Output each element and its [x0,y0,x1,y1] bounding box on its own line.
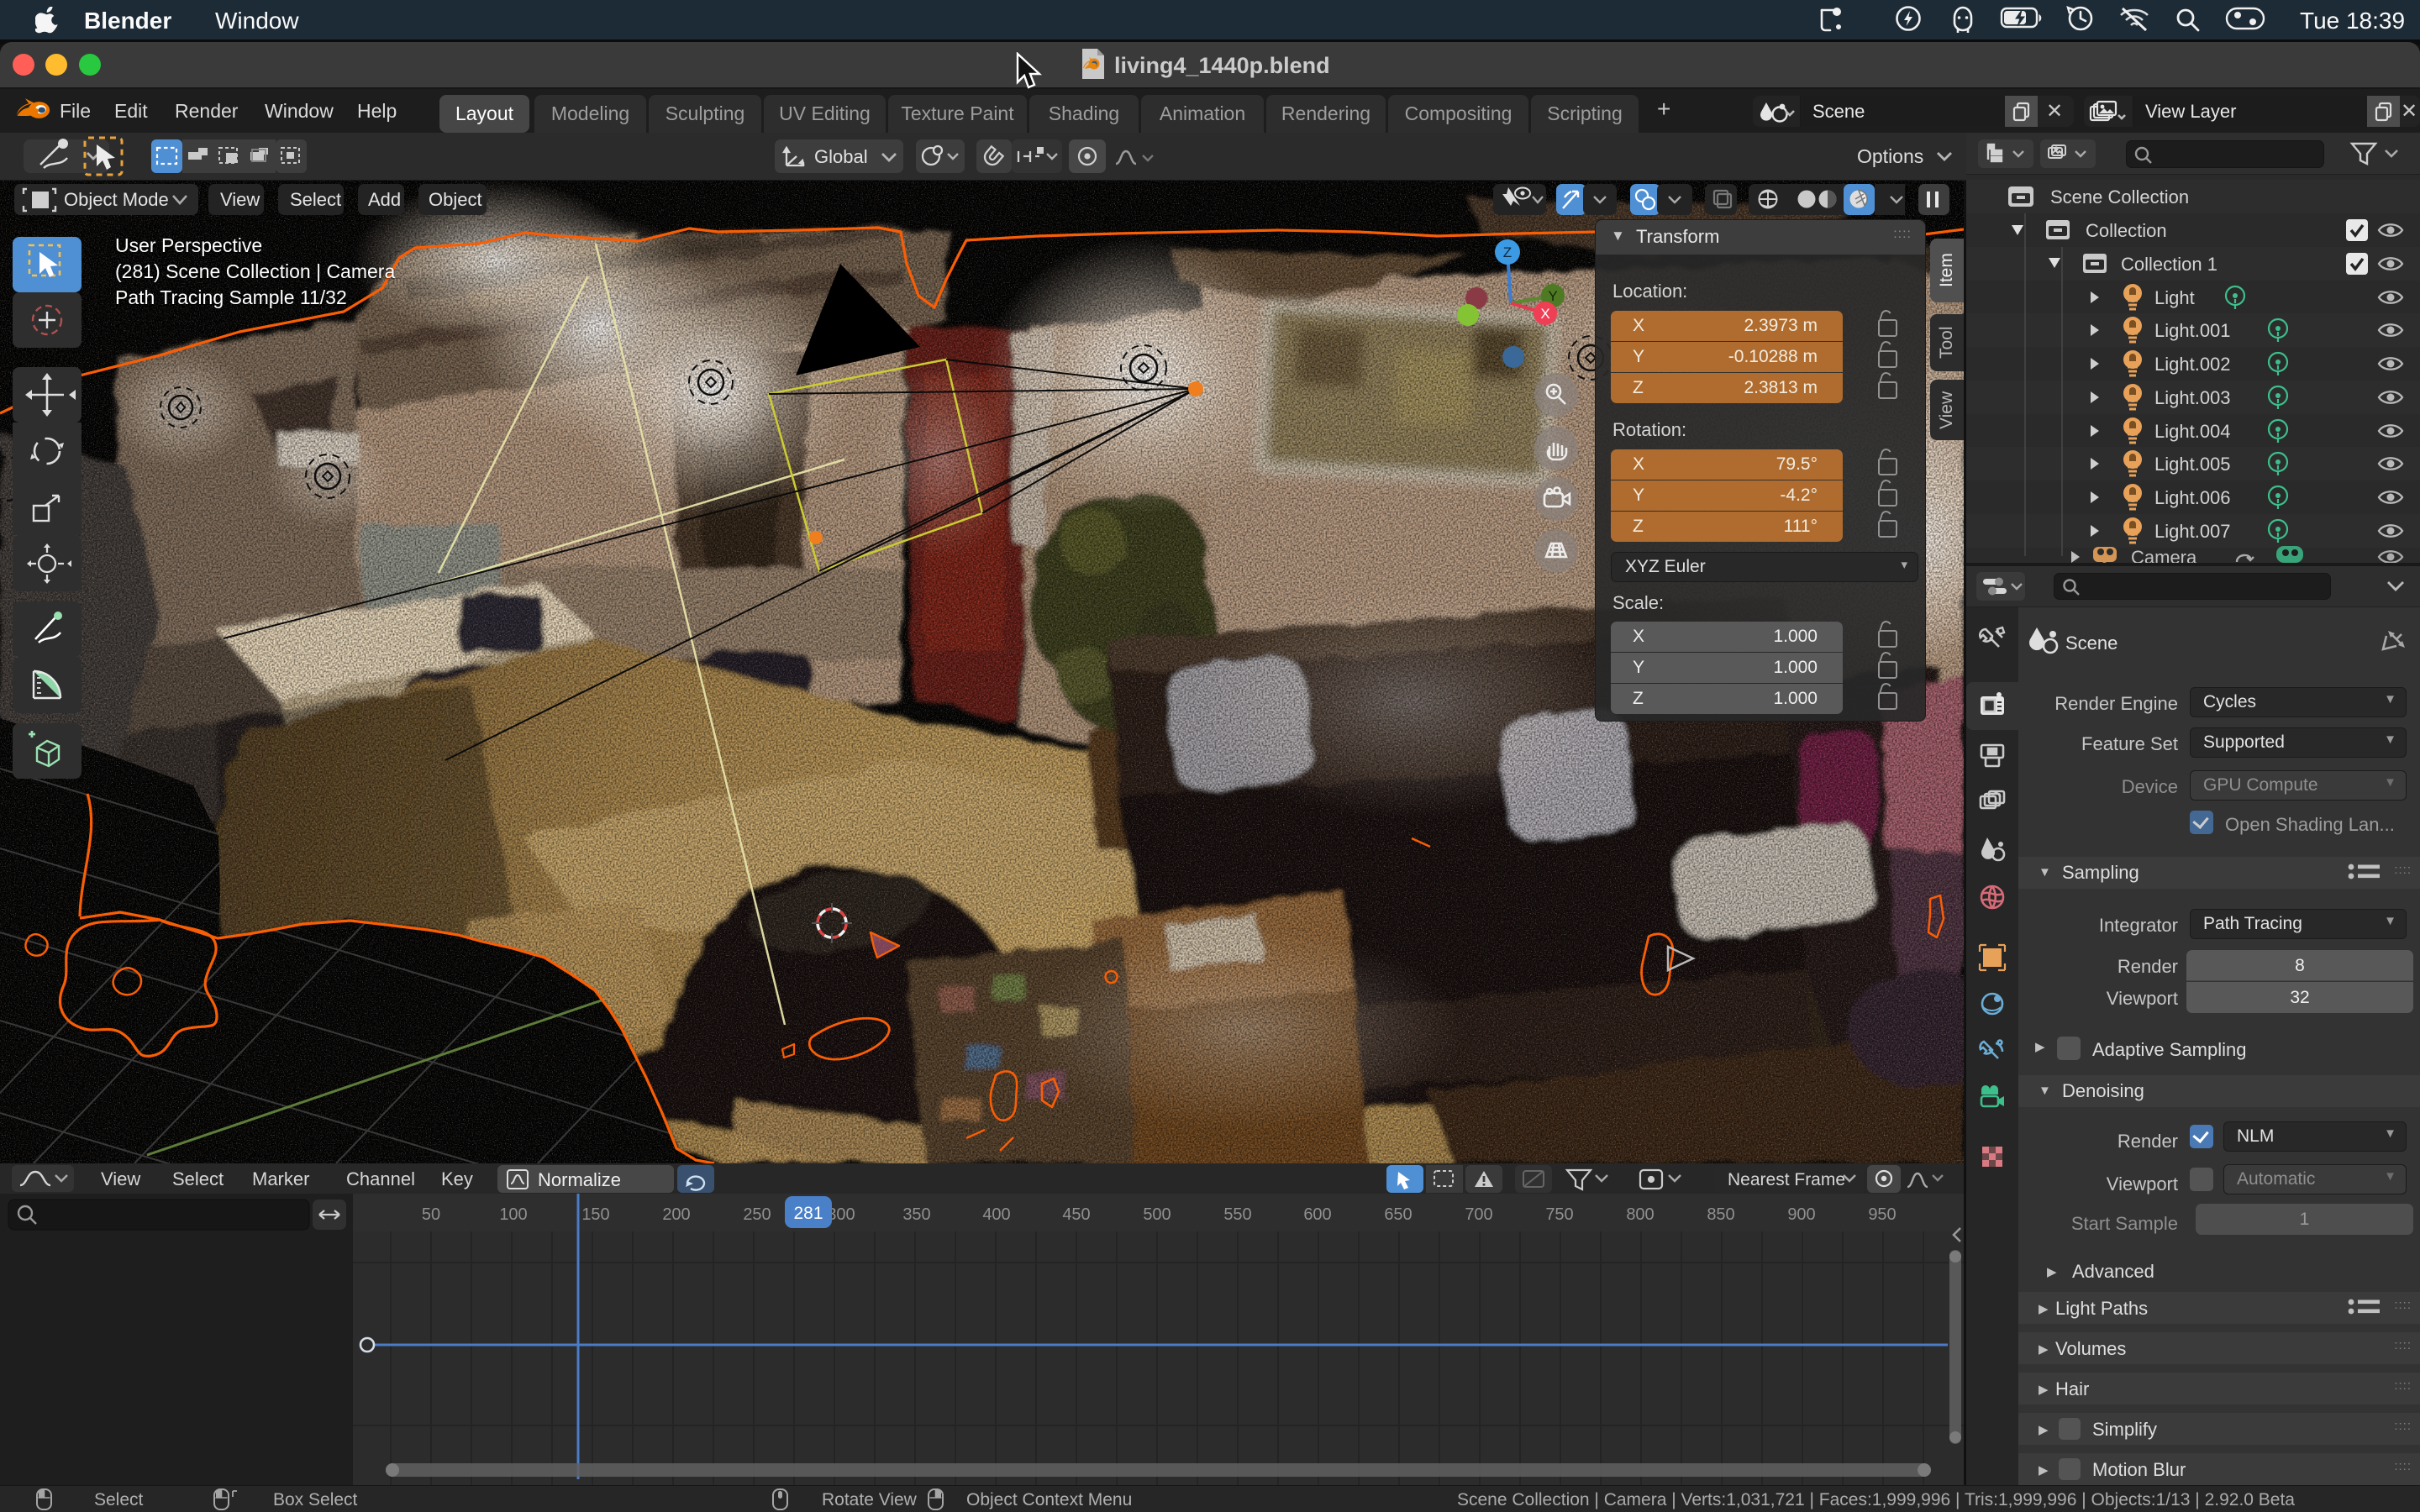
svg-text:Normalize: Normalize [538,1169,621,1190]
svg-text:800: 800 [1626,1205,1654,1224]
svg-text:Global: Global [814,146,868,167]
svg-text:350: 350 [902,1205,930,1224]
svg-text:100: 100 [499,1205,527,1224]
svg-text:Object Context Menu: Object Context Menu [966,1490,1132,1509]
svg-text:400: 400 [982,1205,1010,1224]
svg-text:Object: Object [429,189,482,210]
svg-text:Object Mode: Object Mode [64,189,169,210]
svg-text:Light.001: Light.001 [2154,320,2231,341]
svg-text:Channel: Channel [346,1168,415,1189]
svg-text:700: 700 [1465,1205,1492,1224]
svg-text:Select: Select [172,1168,224,1189]
svg-text:Light.003: Light.003 [2154,387,2231,408]
svg-text:Y: Y [1548,288,1557,304]
svg-text:650: 650 [1384,1205,1412,1224]
svg-text:Scene Collection | Camera | Ve: Scene Collection | Camera | Verts:1,031,… [1457,1490,2295,1509]
svg-text:Nearest Frame: Nearest Frame [1728,1170,1845,1189]
svg-text:600: 600 [1303,1205,1331,1224]
svg-text:Light.006: Light.006 [2154,487,2231,508]
svg-text:Light.004: Light.004 [2154,421,2231,442]
svg-text:500: 500 [1143,1205,1171,1224]
svg-text:Key: Key [441,1168,473,1189]
svg-text:Select: Select [94,1490,144,1509]
svg-text:Light.007: Light.007 [2154,521,2231,542]
svg-text:750: 750 [1545,1205,1573,1224]
svg-text:281: 281 [793,1204,823,1223]
svg-text:Light: Light [2154,287,2195,308]
svg-text:Light.002: Light.002 [2154,354,2231,375]
svg-text:900: 900 [1787,1205,1815,1224]
svg-text:50: 50 [422,1205,440,1224]
svg-text:Options: Options [1857,145,1923,167]
svg-text:Box Select: Box Select [273,1490,358,1509]
svg-text:Light.005: Light.005 [2154,454,2231,475]
svg-text:850: 850 [1707,1205,1734,1224]
svg-text:250: 250 [743,1205,771,1224]
svg-text:View: View [101,1168,140,1189]
svg-text:Add: Add [368,189,401,210]
svg-text:200: 200 [662,1205,690,1224]
svg-text:550: 550 [1223,1205,1251,1224]
svg-text:Camera: Camera [2131,547,2197,563]
svg-text:Select: Select [290,189,341,210]
svg-text:150: 150 [581,1205,609,1224]
svg-text:950: 950 [1868,1205,1896,1224]
svg-text:450: 450 [1062,1205,1090,1224]
svg-text:Rotate View: Rotate View [822,1490,918,1509]
svg-text:X: X [1540,306,1549,322]
svg-text:Z: Z [1503,244,1512,260]
svg-text:Marker: Marker [252,1168,309,1189]
svg-text:View: View [220,189,260,210]
